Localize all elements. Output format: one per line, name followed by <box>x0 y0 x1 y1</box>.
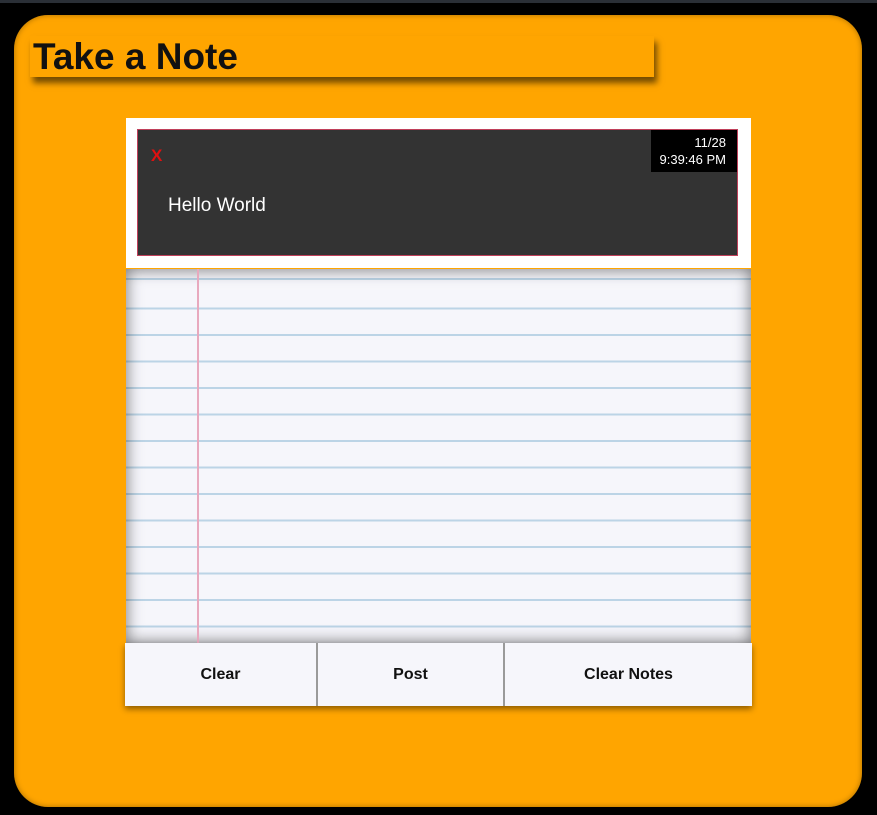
note-card: X 11/28 9:39:46 PM Hello World <box>137 129 738 256</box>
note-timestamp: 11/28 9:39:46 PM <box>651 130 737 172</box>
note-editor[interactable] <box>126 269 751 643</box>
delete-note-button[interactable]: X <box>151 146 162 166</box>
notes-panel: X 11/28 9:39:46 PM Hello World <box>126 118 751 268</box>
title-bar: Take a Note <box>30 36 654 77</box>
app-container: Take a Note X 11/28 9:39:46 PM Hello Wor… <box>14 15 862 807</box>
post-button[interactable]: Post <box>318 643 505 706</box>
clear-notes-button[interactable]: Clear Notes <box>505 643 752 706</box>
note-date: 11/28 <box>694 135 726 150</box>
note-time: 9:39:46 PM <box>659 152 727 167</box>
clear-button[interactable]: Clear <box>125 643 318 706</box>
window-top-edge <box>0 0 877 3</box>
note-text: Hello World <box>168 195 266 216</box>
action-bar: Clear Post Clear Notes <box>125 643 752 706</box>
page-title: Take a Note <box>33 36 238 77</box>
